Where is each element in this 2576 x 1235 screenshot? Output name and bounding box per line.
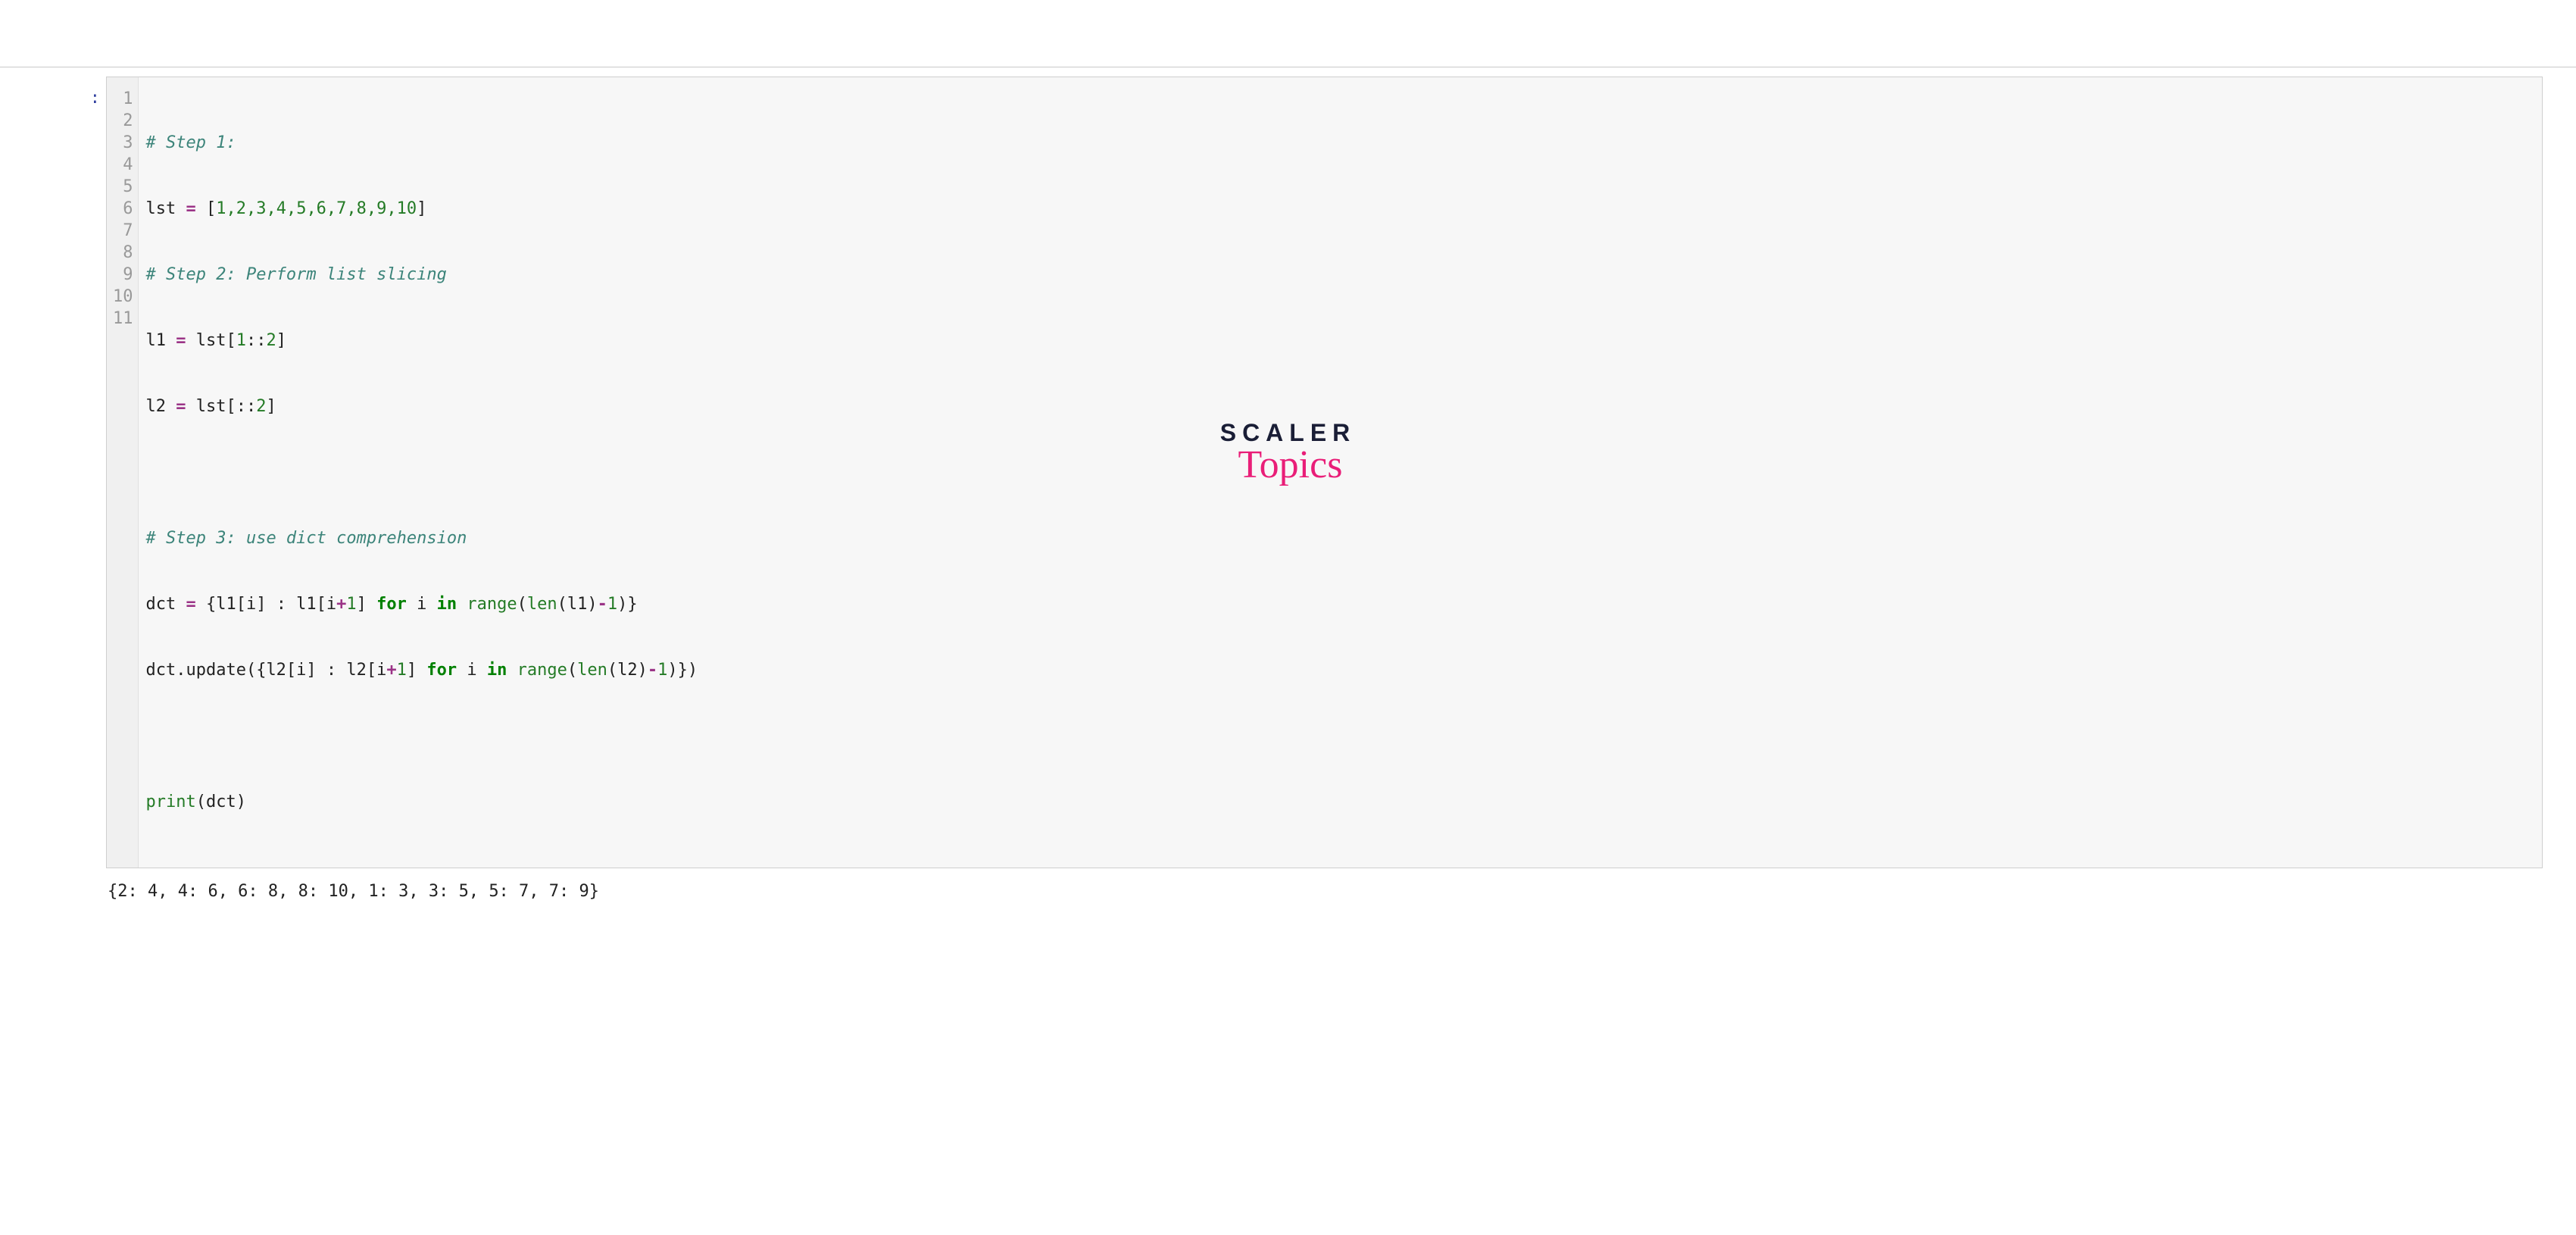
builtin: len: [577, 661, 607, 680]
keyword: for: [376, 595, 407, 614]
code-line: [146, 725, 2532, 747]
line-number: 3: [113, 132, 133, 154]
token: 1: [346, 595, 356, 614]
token: (: [567, 661, 577, 680]
token: +: [336, 595, 346, 614]
line-number: 4: [113, 154, 133, 176]
builtin: range: [517, 661, 567, 680]
token: [457, 595, 467, 614]
line-number: 6: [113, 198, 133, 220]
comment: # Step 2: Perform list slicing: [146, 265, 447, 284]
token: (: [517, 595, 527, 614]
token: lst[::: [186, 397, 257, 416]
token: =: [176, 331, 186, 350]
builtin: range: [467, 595, 517, 614]
token: (l2): [607, 661, 648, 680]
token: =: [186, 595, 195, 614]
token: ::: [246, 331, 267, 350]
token: =: [186, 199, 195, 218]
token: ]: [357, 595, 377, 614]
line-number: 9: [113, 264, 133, 286]
code-line: lst = [1,2,3,4,5,6,7,8,9,10]: [146, 198, 2532, 220]
token: i: [457, 661, 487, 680]
code-line: # Step 1:: [146, 132, 2532, 154]
token: (l1): [557, 595, 598, 614]
token: {l1[i] : l1[i: [196, 595, 336, 614]
line-number-gutter: 1 2 3 4 5 6 7 8 9 10 11: [107, 77, 139, 868]
code-line: # Step 3: use dict comprehension: [146, 527, 2532, 549]
line-number: 2: [113, 110, 133, 132]
token: ]: [266, 397, 276, 416]
token: ]: [407, 661, 427, 680]
line-number: 11: [113, 308, 133, 330]
code-line: print(dct): [146, 791, 2532, 813]
scaler-topics-logo: SCALER Topics: [1220, 419, 1357, 487]
token: 2: [266, 331, 276, 350]
token: -: [648, 661, 657, 680]
keyword: for: [426, 661, 457, 680]
token: +: [386, 661, 396, 680]
line-number: 8: [113, 242, 133, 264]
keyword: in: [487, 661, 507, 680]
line-number: 1: [113, 88, 133, 110]
token: lst[: [186, 331, 236, 350]
code-line: # Step 2: Perform list slicing: [146, 264, 2532, 286]
line-number: 7: [113, 220, 133, 242]
token: ]: [417, 199, 426, 218]
token: 1: [236, 331, 246, 350]
token: ]: [276, 331, 286, 350]
token: (dct): [196, 793, 246, 811]
logo-line-topics: Topics: [1238, 442, 1343, 487]
line-number: 5: [113, 176, 133, 198]
token: i: [407, 595, 437, 614]
token: -: [598, 595, 607, 614]
token: [507, 661, 517, 680]
comment: # Step 3: use dict comprehension: [146, 529, 467, 548]
code-line: l2 = lst[::2]: [146, 396, 2532, 417]
input-prompt: :: [71, 77, 106, 868]
token: l2: [146, 397, 176, 416]
builtin: len: [527, 595, 557, 614]
code-line: l1 = lst[1::2]: [146, 330, 2532, 352]
keyword: in: [437, 595, 457, 614]
code-line: dct.update({l2[i] : l2[i+1] for i in ran…: [146, 659, 2532, 681]
token: l1: [146, 331, 176, 350]
token: dct.update({l2[i] : l2[i: [146, 661, 387, 680]
token: [: [196, 199, 217, 218]
code-line: dct = {l1[i] : l1[i+1] for i in range(le…: [146, 593, 2532, 615]
comment: # Step 1:: [146, 133, 236, 152]
token: 2: [256, 397, 266, 416]
token: 1: [607, 595, 617, 614]
builtin: print: [146, 793, 196, 811]
token: )}: [617, 595, 638, 614]
token: 1: [397, 661, 407, 680]
token: lst: [146, 199, 186, 218]
line-number: 10: [113, 286, 133, 308]
token: 1,2,3,4,5,6,7,8,9,10: [216, 199, 417, 218]
token: )}): [667, 661, 698, 680]
token: =: [176, 397, 186, 416]
token: 1: [657, 661, 667, 680]
token: dct: [146, 595, 186, 614]
output-area: {2: 4, 4: 6, 6: 8, 8: 10, 1: 3, 3: 5, 5:…: [108, 882, 2543, 901]
